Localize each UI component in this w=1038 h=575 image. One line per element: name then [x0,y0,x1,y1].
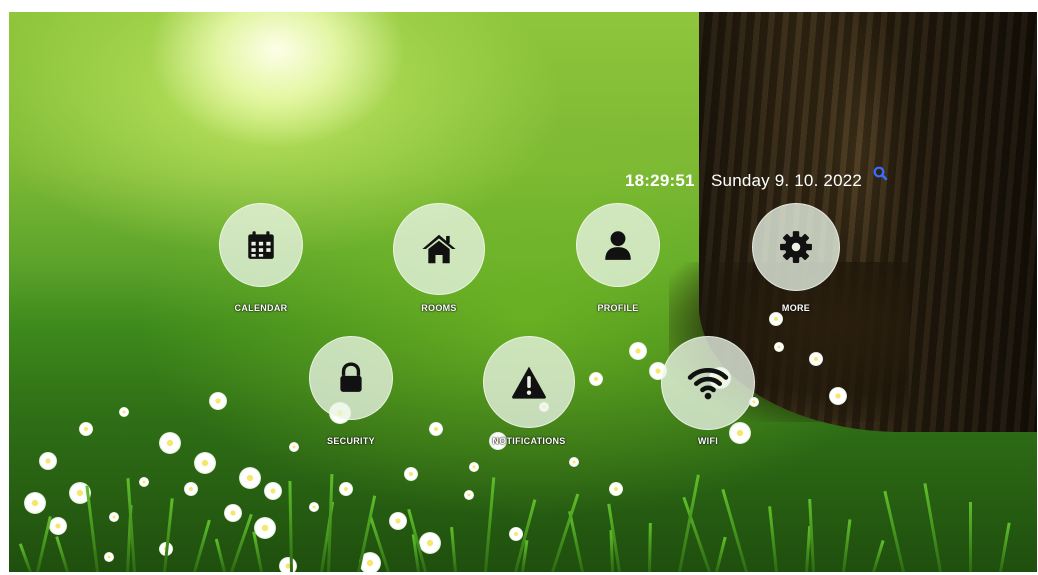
grass-blade [969,502,972,572]
grass-blade [842,519,852,572]
grass-blade [214,538,226,572]
grass-blade [999,522,1011,572]
calendar-button[interactable] [219,203,303,287]
home-icon [422,234,456,264]
grass-blade [163,498,174,572]
flower [829,387,847,405]
flower [79,422,93,436]
grass-blade [288,480,293,572]
flower [464,490,474,500]
flower [24,492,46,514]
flower [509,527,523,541]
flower [109,512,119,522]
lock-icon [340,362,362,392]
flower [404,467,418,481]
flower [184,482,198,496]
tile-profile[interactable]: PROFILE [558,203,678,323]
clock-time: 18:29:51 [625,171,695,190]
grass-blade [36,516,52,572]
flower [279,557,297,572]
tile-label: PROFILE [597,303,639,313]
grass-blade [85,485,99,572]
flower [609,482,623,496]
tile-rooms[interactable]: ROOMS [379,203,499,323]
flower [224,504,242,522]
gear-icon [780,231,812,263]
grass-blade [193,519,211,572]
flower [49,517,67,535]
flower [119,407,129,417]
wallpaper-background: 18:29:51 Sunday 9. 10. 2022 CALENDAR ROO… [9,12,1037,572]
grass-blade [808,499,815,572]
tile-more[interactable]: MORE [736,203,856,323]
tile-label: SECURITY [327,436,375,446]
flower [309,502,319,512]
flower [104,552,114,562]
grass-blade [648,522,652,572]
flower [389,512,407,530]
flower [809,352,823,366]
tile-security[interactable]: SECURITY [291,336,411,456]
clock-date: Sunday 9. 10. 2022 [711,171,863,190]
tile-label: MORE [781,303,811,313]
search-button[interactable] [871,164,891,184]
flower [39,452,57,470]
flower [159,432,181,454]
grass-blade [55,536,69,572]
flower [774,342,784,352]
flower [429,422,443,436]
grass-blade [678,474,700,572]
grass-blade [230,513,253,572]
profile-button[interactable] [576,203,660,287]
flower [569,457,579,467]
grass-blade [327,474,334,572]
rooms-button[interactable] [393,203,485,295]
flower [264,482,282,500]
tile-label: ROOMS [421,303,457,313]
flower [339,482,353,496]
grass-blade [768,506,778,572]
warning-icon [512,366,546,399]
tile-label: WIFI [697,436,719,446]
calendar-icon [248,231,274,259]
search-icon [873,166,888,181]
grass-blade [872,540,885,572]
tile-calendar[interactable]: CALENDAR [201,203,321,323]
grass-blade [883,490,905,572]
flower [254,517,276,539]
grass-blade [715,536,727,572]
flower [419,532,441,554]
flower [239,467,261,489]
flower [139,477,149,487]
tile-wifi[interactable]: WIFI [648,336,768,456]
flower [629,342,647,360]
notifications-button[interactable] [483,336,575,428]
wifi-icon [687,367,729,400]
security-button[interactable] [309,336,393,420]
flower [194,452,216,474]
wifi-button[interactable] [661,336,755,430]
tile-label: NOTIFICATIONS [492,436,566,446]
flower [209,392,227,410]
grass-blade [721,488,748,572]
grass-blade [484,477,496,572]
grass-blade [450,527,457,572]
flower [469,462,479,472]
grass-blade [923,483,942,572]
grass-blade [18,543,32,572]
tile-notifications[interactable]: NOTIFICATIONS [469,336,589,456]
tile-label: CALENDAR [234,303,288,313]
more-button[interactable] [752,203,840,291]
user-icon [605,231,631,260]
flower [589,372,603,386]
